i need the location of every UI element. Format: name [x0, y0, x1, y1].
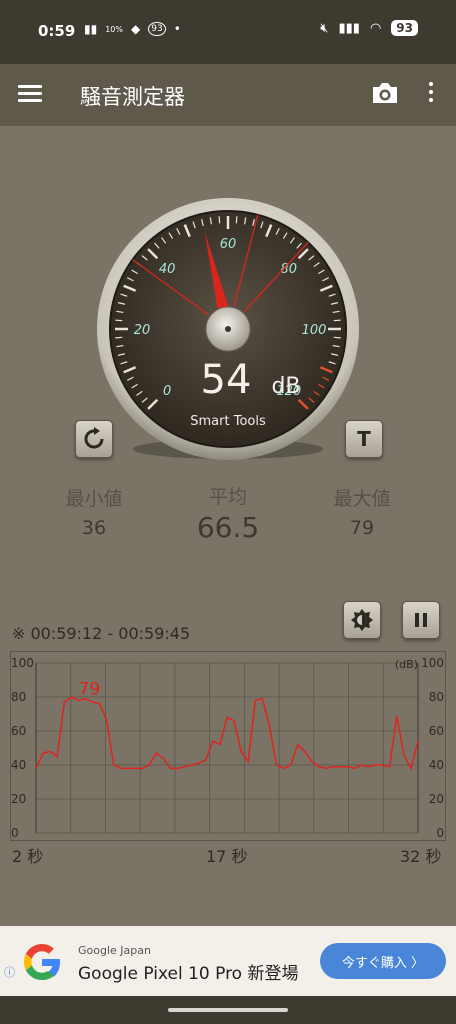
graph-peak-label: 79	[79, 680, 101, 700]
max-value: 79	[349, 517, 375, 539]
noise-history-graph: 100 100 80 80 60 60 40 40 20 20 0 0 (dB) 79	[10, 651, 446, 841]
graph-y-tick-left: 0	[11, 826, 19, 840]
min-stat: 最小値 36	[54, 484, 134, 539]
min-value: 36	[81, 517, 107, 539]
gauge-tick	[218, 216, 221, 224]
ad-info-icon[interactable]: ⓘ	[4, 964, 15, 980]
graph-y-tick-left: 20	[11, 792, 26, 806]
signal-bars-icon: ▮▮	[84, 22, 98, 36]
menu-icon[interactable]	[18, 82, 42, 106]
cellular-icon: ▮▮▮	[338, 20, 360, 36]
navigation-bar	[0, 996, 456, 1024]
ad-title: Google Pixel 10 Pro 新登場	[78, 964, 299, 984]
camera-icon[interactable]	[370, 80, 400, 110]
gauge-scale-label: 100	[302, 323, 327, 338]
x-label-end: 32 秒	[400, 847, 442, 866]
x-label-mid: 17 秒	[206, 847, 248, 866]
gauge-reading: 54	[201, 357, 252, 403]
avg-stat: 平均 66.5	[188, 482, 268, 544]
gauge-tick	[115, 336, 123, 339]
avg-value: 66.5	[196, 511, 260, 544]
graph-y-tick-right: 0	[436, 826, 444, 840]
refresh-icon	[84, 427, 104, 449]
x-label-start: 2 秒	[12, 847, 44, 866]
brightness-icon	[351, 609, 373, 631]
gauge-scale-label: 20	[134, 323, 151, 338]
graph-y-tick-left: 60	[11, 724, 26, 738]
more-options-icon[interactable]	[424, 82, 438, 108]
t-button[interactable]: T	[345, 420, 383, 458]
graph-y-tick-right: 20	[429, 792, 444, 806]
ad-source: Google Japan	[78, 944, 151, 957]
reset-button[interactable]	[75, 420, 113, 458]
status-time: 0:59	[38, 22, 76, 40]
home-handle[interactable]	[168, 1008, 288, 1012]
graph-y-tick-right: 60	[429, 724, 444, 738]
sound-level-gauge: 020406080100120 54 dB Smart Tools	[97, 198, 359, 460]
gauge-brand: Smart Tools	[190, 414, 266, 429]
shield-icon: ◆	[131, 22, 141, 36]
graph-y-tick-left: 100	[11, 656, 34, 670]
max-label: 最大値	[333, 488, 391, 510]
graph-y-tick-left: 40	[11, 758, 26, 772]
battery-circle-icon: 93	[148, 22, 166, 36]
gauge-scale-label: 60	[220, 237, 237, 252]
wifi-icon: ◠	[369, 20, 382, 36]
graph-frame	[10, 651, 446, 841]
graph-y-tick-right: 40	[429, 758, 444, 772]
graph-unit-label: (dB)	[395, 658, 418, 671]
gauge-tick	[333, 336, 341, 339]
graph-y-tick-right: 80	[429, 690, 444, 704]
battery-icon: 93	[391, 20, 418, 36]
brightness-button[interactable]	[343, 601, 381, 639]
ad-cta-button[interactable]: 今すぐ購入 〉	[320, 943, 446, 979]
ad-banner[interactable]: ⓘ Google Japan Google Pixel 10 Pro 新登場 今…	[0, 926, 456, 996]
max-stat: 最大値 79	[322, 484, 402, 539]
graph-y-tick-left: 80	[11, 690, 26, 704]
status-right-icons: 🔇︎ ▮▮▮ ◠ 93	[320, 20, 418, 36]
gauge-tick	[333, 319, 341, 322]
min-label: 最小値	[65, 488, 123, 510]
app-title: 騒音測定器	[80, 85, 185, 109]
gauge-scale-label: 40	[159, 262, 176, 277]
gauge-tick	[235, 216, 238, 224]
app-bar: 騒音測定器	[0, 64, 456, 126]
pause-icon	[415, 613, 427, 627]
graph-y-tick-right: 100	[421, 656, 444, 670]
graph-time-range: ※ 00:59:12 - 00:59:45	[12, 624, 191, 643]
dot-icon: •	[173, 22, 181, 36]
gauge-hub-pin	[225, 326, 231, 332]
net-speed: 10%	[105, 24, 123, 34]
gauge-scale-label: 0	[163, 384, 171, 399]
status-left-icons: ▮▮ 10% ◆ 93 •	[84, 22, 181, 36]
gauge-tick	[115, 319, 123, 322]
gauge-unit: dB	[271, 374, 300, 399]
avg-label: 平均	[208, 486, 247, 508]
pause-button[interactable]	[402, 601, 440, 639]
status-bar: 0:59 ▮▮ 10% ◆ 93 • 🔇︎ ▮▮▮ ◠ 93	[0, 0, 456, 64]
google-logo-icon	[24, 944, 60, 980]
mute-icon: 🔇︎	[320, 20, 329, 36]
